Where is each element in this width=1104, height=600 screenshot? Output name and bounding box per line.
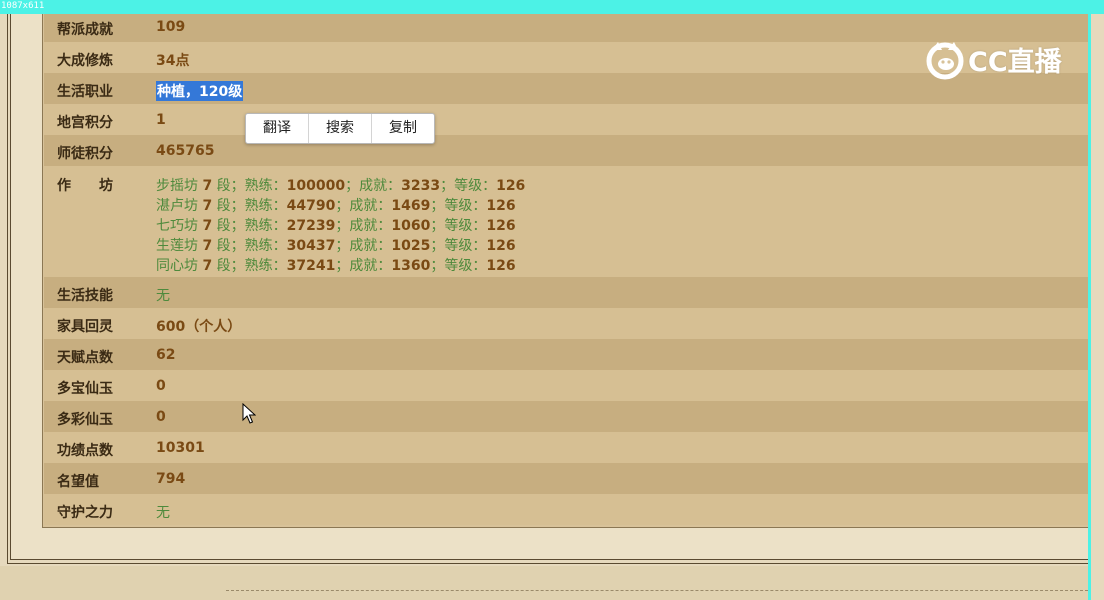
row-shouhu-zhili: 守护之力 无 xyxy=(44,494,1088,525)
row-value: 465765 xyxy=(156,143,215,159)
row-mingwang-zhi: 名望值 794 xyxy=(44,463,1088,494)
row-gongji-dianshu: 功绩点数 10301 xyxy=(44,432,1088,463)
copy-menu-item[interactable]: 复制 xyxy=(372,114,434,143)
row-label: 帮派成就 xyxy=(57,22,113,38)
capture-frame-right xyxy=(1088,0,1091,600)
row-duobao-xianyu: 多宝仙玉 0 xyxy=(44,370,1088,401)
row-shenghuo-jineng: 生活技能 无 xyxy=(44,277,1088,308)
row-zuofang: 作坊 步摇坊 7 段；熟练：100000；成就：3233；等级：126 湛卢坊 … xyxy=(44,166,1088,277)
row-label: 大成修炼 xyxy=(57,53,113,69)
row-value: 0 xyxy=(156,378,166,394)
row-value: 34点 xyxy=(156,53,190,69)
row-digong-jifen: 地宫积分 1 xyxy=(44,104,1088,135)
capture-size-label: 1087x611 xyxy=(1,1,45,11)
row-label: 作坊 xyxy=(57,178,141,194)
row-duocai-xianyu: 多彩仙玉 0 xyxy=(44,401,1088,432)
workshop-line: 生莲坊 7 段；熟练：30437；成就：1025；等级：126 xyxy=(156,238,516,254)
row-value: 109 xyxy=(156,19,186,35)
bottom-strip xyxy=(0,566,1088,600)
logo-text: CC直播 xyxy=(968,46,1062,78)
translate-menu-item[interactable]: 翻译 xyxy=(246,114,309,143)
search-menu-item[interactable]: 搜索 xyxy=(309,114,372,143)
row-label: 名望值 xyxy=(57,474,99,490)
workshop-line: 步摇坊 7 段；熟练：100000；成就：3233；等级：126 xyxy=(156,178,526,194)
cc-live-logo: CC直播 xyxy=(924,38,1062,80)
cc-fox-logo-icon xyxy=(926,42,964,80)
row-label: 师徒积分 xyxy=(57,146,113,162)
row-value: 无 xyxy=(156,288,170,304)
row-label: 多宝仙玉 xyxy=(57,381,113,397)
workshop-line: 湛卢坊 7 段；熟练：44790；成就：1469；等级：126 xyxy=(156,198,516,214)
dashed-divider xyxy=(226,590,1088,591)
workshop-line: 七巧坊 7 段；熟练：27239；成就：1060；等级：126 xyxy=(156,218,516,234)
row-label: 守护之力 xyxy=(57,505,113,521)
row-value: 62 xyxy=(156,347,176,363)
context-menu: 翻译 搜索 复制 xyxy=(245,113,435,144)
row-value: 1 xyxy=(156,112,166,128)
mouse-cursor-icon xyxy=(242,403,256,424)
row-label: 天赋点数 xyxy=(57,350,113,366)
row-value-selected[interactable]: 种植，120级 xyxy=(156,81,244,101)
row-jiaju-huiling: 家具回灵 600（个人） xyxy=(44,308,1088,339)
workshop-line: 同心坊 7 段；熟练：37241；成就：1360；等级：126 xyxy=(156,258,516,274)
row-shitu-jifen: 师徒积分 465765 xyxy=(44,135,1088,166)
row-value: 794 xyxy=(156,471,186,487)
row-label: 生活技能 xyxy=(57,288,113,304)
row-tianfu-dianshu: 天赋点数 62 xyxy=(44,339,1088,370)
row-label: 功绩点数 xyxy=(57,443,113,459)
row-value: 0 xyxy=(156,409,166,425)
row-label: 生活职业 xyxy=(57,84,113,100)
row-label: 地宫积分 xyxy=(57,115,113,131)
row-label: 家具回灵 xyxy=(57,319,113,335)
row-value: 10301 xyxy=(156,440,205,456)
capture-frame-top xyxy=(0,0,1104,14)
row-value: 600（个人） xyxy=(156,319,242,335)
row-label: 多彩仙玉 xyxy=(57,412,113,428)
row-value: 无 xyxy=(156,505,170,521)
